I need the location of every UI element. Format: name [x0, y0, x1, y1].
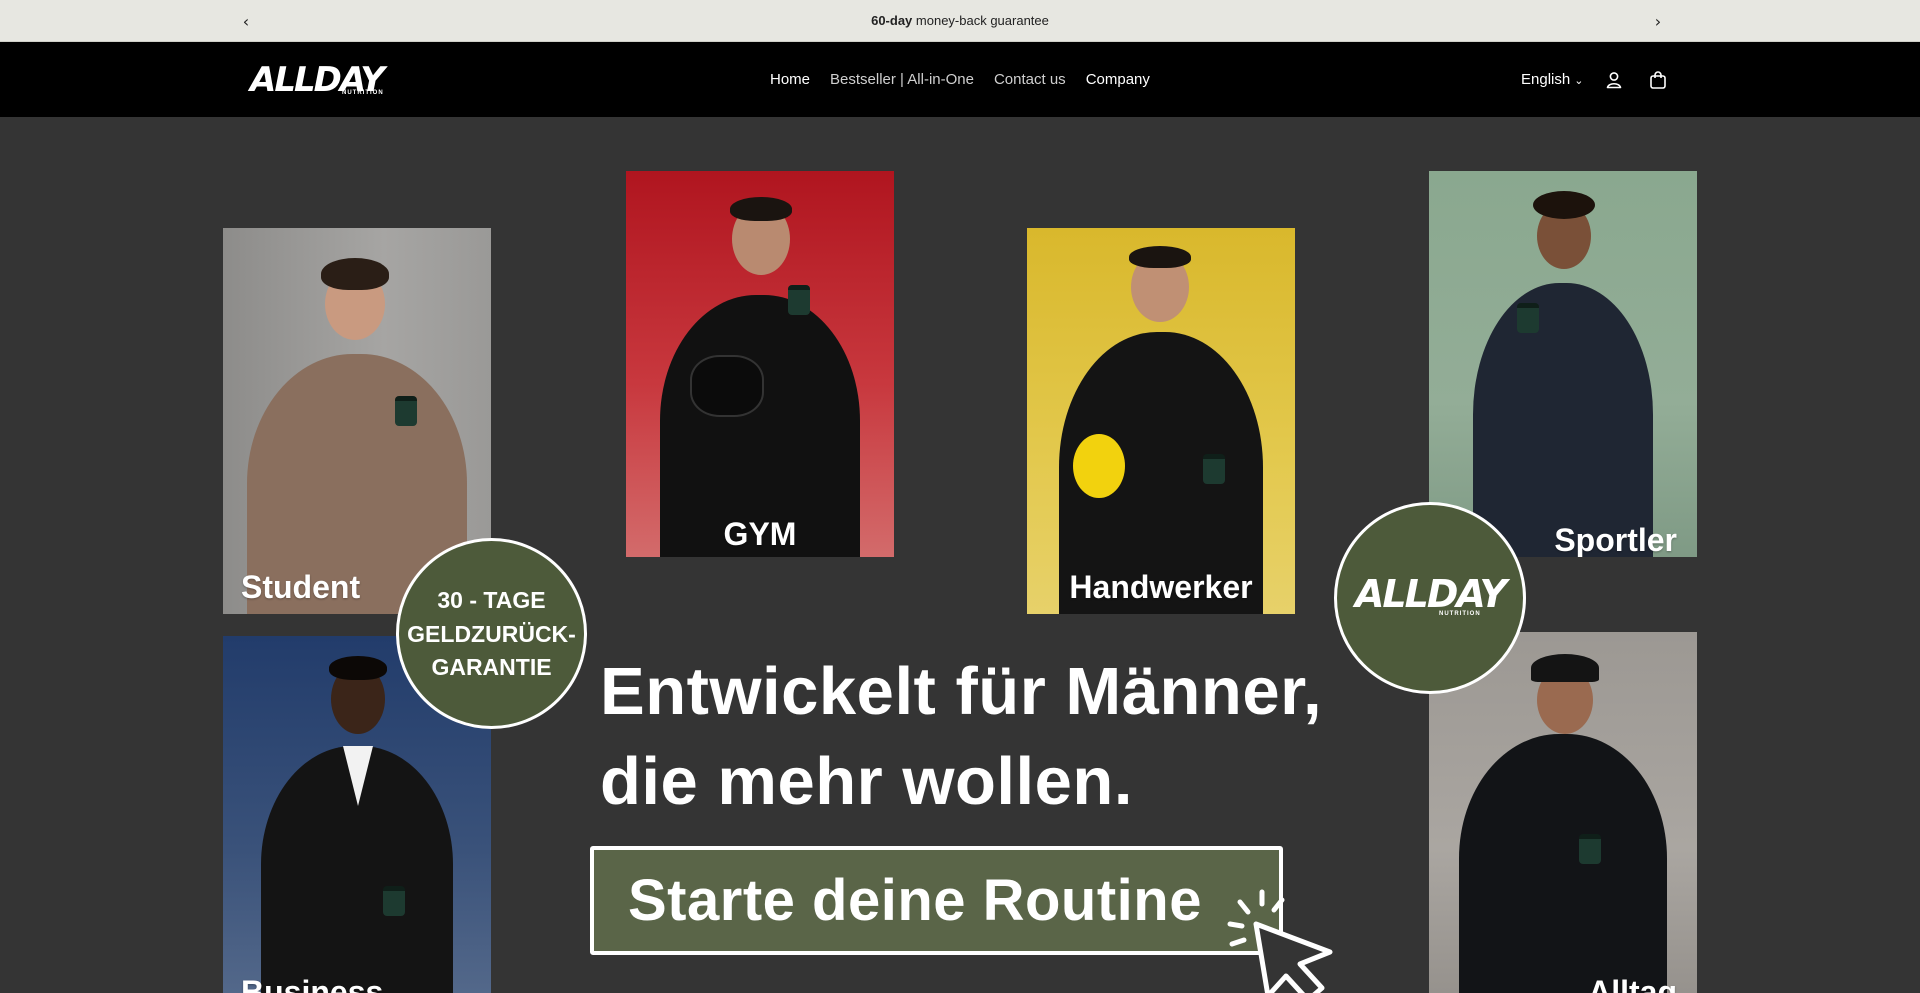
card-label: Sportler — [1554, 522, 1677, 557]
nav-item-company[interactable]: Company — [1086, 71, 1150, 88]
user-icon[interactable] — [1604, 70, 1624, 90]
supplement-jar — [383, 886, 405, 916]
person-image — [1041, 242, 1281, 614]
card-gym[interactable]: GYM — [626, 171, 894, 557]
chevron-right-icon[interactable]: › — [1646, 9, 1670, 33]
badge-line-1: 30 - TAGE — [437, 587, 546, 614]
cap — [1531, 654, 1599, 682]
main-header: ALLDAY NUTRITION Home Bestseller | All-i… — [0, 42, 1920, 117]
card-label: Student — [241, 569, 361, 605]
site-logo[interactable]: ALLDAY NUTRITION — [250, 60, 405, 100]
logo-subtext: NUTRITION — [342, 90, 384, 96]
main-menu: Home Bestseller | All-in-One Contact us … — [770, 71, 1150, 88]
supplement-jar — [1203, 454, 1225, 484]
language-selector[interactable]: English ⌄ — [1521, 71, 1583, 88]
hard-hat — [1073, 434, 1125, 498]
cta-label: Starte deine Routine — [628, 868, 1202, 933]
card-sportler[interactable]: Sportler — [1429, 171, 1697, 557]
headline-line-1: Entwickelt für Männer, — [600, 654, 1323, 729]
nav-item-home[interactable]: Home — [770, 71, 810, 88]
nav-item-contact[interactable]: Contact us — [994, 71, 1066, 88]
badge-line-3: GARANTIE — [431, 654, 552, 681]
announcement-bold: 60-day — [871, 13, 913, 28]
guarantee-badge: 30 - TAGE GELDZURÜCK- GARANTIE — [396, 538, 587, 729]
hoodie — [1459, 734, 1667, 993]
supplement-jar — [1517, 303, 1539, 333]
badge-wordmark: ALLDAY — [1355, 572, 1507, 616]
announcement-text: 60-day money-back guarantee — [0, 13, 1920, 28]
badge-line-2: GELDZURÜCK- — [407, 620, 576, 647]
brand-badge: ALLDAY NUTRITION — [1334, 502, 1526, 694]
hair — [730, 197, 792, 221]
person-image — [1443, 183, 1683, 557]
tshirt — [1473, 283, 1653, 557]
hair — [329, 656, 387, 680]
start-routine-button[interactable]: Starte deine Routine — [590, 846, 1283, 955]
chevron-down-icon: ⌄ — [1574, 74, 1584, 87]
supplement-jar — [395, 396, 417, 426]
badge-subtext: NUTRITION — [1439, 611, 1481, 617]
announcement-rest: money-back guarantee — [912, 13, 1049, 28]
hair — [1533, 191, 1595, 219]
shopping-bag-icon[interactable] — [1648, 70, 1668, 90]
card-alltag[interactable]: Alltag — [1429, 632, 1697, 993]
card-handwerker[interactable]: Handwerker — [1027, 228, 1295, 614]
supplement-jar — [1579, 834, 1601, 864]
card-label: Handwerker — [1069, 569, 1253, 605]
person-image — [640, 185, 880, 557]
card-label: GYM — [723, 516, 797, 552]
boxing-glove — [690, 355, 764, 417]
headline-line-2: die mehr wollen. — [600, 744, 1133, 819]
language-label: English — [1521, 71, 1571, 88]
hair — [1129, 246, 1191, 268]
supplement-jar — [788, 285, 810, 315]
hair — [321, 258, 389, 290]
card-label: Alltag — [1588, 974, 1677, 993]
person-image — [1443, 644, 1683, 993]
card-label: Business — [241, 974, 384, 993]
click-cursor-icon — [1227, 889, 1333, 993]
nav-item-bestseller[interactable]: Bestseller | All-in-One — [830, 71, 974, 88]
announcement-bar: ‹ 60-day money-back guarantee › — [0, 0, 1920, 42]
hero-headline: Entwickelt für Männer, die mehr wollen. — [600, 647, 1322, 827]
